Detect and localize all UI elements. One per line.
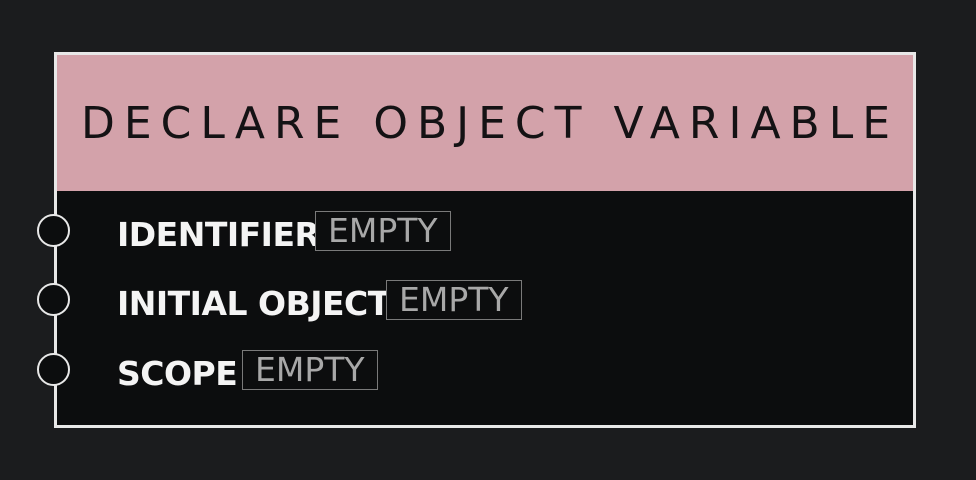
port-label-identifier: IDENTIFIER [117,215,320,254]
node-header[interactable]: DECLARE OBJECT VARIABLE [57,55,913,192]
port-label-initial-object: INITIAL OBJECT [117,284,390,323]
scope-input-port[interactable] [37,353,70,386]
initial-object-input-port[interactable] [37,283,70,316]
port-label-scope: SCOPE [117,354,238,393]
node-editor-canvas: DECLARE OBJECT VARIABLE IDENTIFIER EMPTY… [0,0,976,480]
identifier-value-field[interactable]: EMPTY [315,211,451,251]
declare-object-variable-node[interactable]: DECLARE OBJECT VARIABLE IDENTIFIER EMPTY… [54,52,916,428]
initial-object-value-field[interactable]: EMPTY [386,280,522,320]
node-body: IDENTIFIER EMPTY INITIAL OBJECT EMPTY SC… [57,191,913,425]
scope-value-field[interactable]: EMPTY [242,350,378,390]
node-title: DECLARE OBJECT VARIABLE [80,97,900,149]
identifier-input-port[interactable] [37,214,70,247]
